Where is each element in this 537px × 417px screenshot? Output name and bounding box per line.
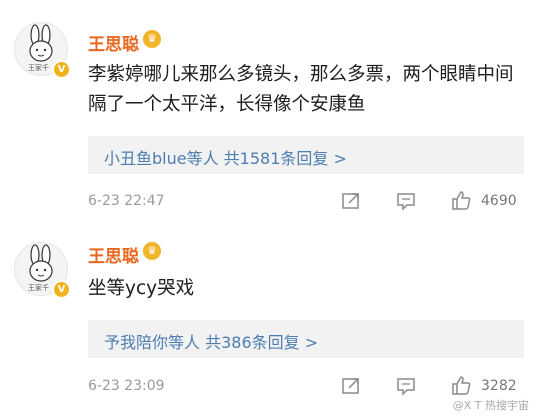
avatar-caption: 王家千 [28,284,49,292]
comment-time: 6-23 22:47 [88,193,165,209]
reply-summary[interactable]: 小丑鱼blue等人 共1581条回复 > [88,136,524,174]
share-icon[interactable] [340,375,362,397]
username[interactable]: 王思聪 [88,30,139,55]
reply-summary[interactable]: 予我陪你等人 共386条回复 > [88,320,524,358]
like-count: 3282 [481,378,517,394]
reply-summary-label: 予我陪你等人 共386条回复 > [104,333,319,352]
username[interactable]: 王思聪 [88,242,139,267]
comment-icon[interactable] [395,190,417,212]
comment-icon[interactable] [395,375,417,397]
watermark: @X T 热搜宇宙 [452,399,529,412]
share-icon[interactable] [340,190,362,212]
comment-text: 李紫婷哪儿来那么多镜头，那么多票，两个眼睛中间隔了一个太平洋，长得像个安康鱼 [88,64,514,115]
v-badge-icon: V [52,60,71,79]
thumbs-up-icon[interactable] [450,189,472,211]
crown-badge-icon: ♛ [143,242,161,260]
reply-summary-label: 小丑鱼blue等人 共1581条回复 > [104,149,347,168]
thumbs-up-icon[interactable] [450,374,472,396]
v-badge-icon: V [52,280,71,299]
crown-badge-icon: ♛ [143,30,161,48]
comment-text: 坐等ycy哭戏 [88,278,195,299]
comment-time: 6-23 23:09 [88,378,165,394]
avatar-caption: 王家千 [28,64,49,72]
comment-item-2: 王家千 V 王思聪 ♛ 坐等ycy哭戏 予我陪你等人 共386条回复 > 6-2… [0,228,537,417]
comment-item-1: 王家千 V 王思聪 ♛ 李紫婷哪儿来那么多镜头，那么多票，两个眼睛中间隔了一个太… [0,0,537,225]
like-count: 4690 [481,193,517,209]
